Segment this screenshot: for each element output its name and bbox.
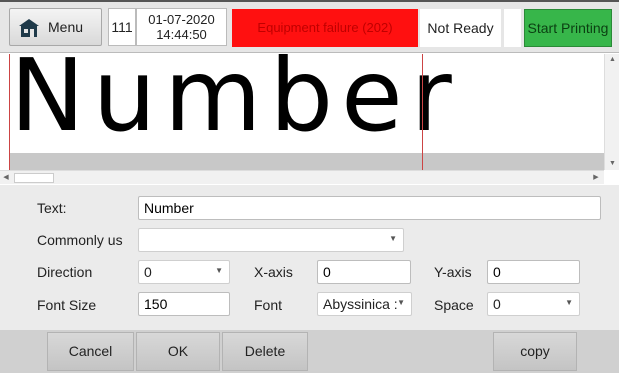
preview-horizontal-scrollbar[interactable]: ◀ ▶ [0,170,604,184]
scroll-up-icon[interactable]: ▲ [605,54,619,66]
direction-select[interactable]: 0 ▼ [138,260,230,284]
cancel-button[interactable]: Cancel [47,332,134,371]
y-axis-input[interactable] [487,260,580,284]
ok-button[interactable]: OK [136,332,220,371]
home-icon [19,19,39,37]
direction-label: Direction [37,264,93,280]
font-size-label: Font Size [37,297,97,313]
text-preview-canvas: Number [9,46,607,170]
font-select[interactable]: Abyssinica : ▼ [317,292,412,316]
font-label: Font [254,297,283,313]
chevron-down-icon: ▼ [215,266,223,275]
chevron-down-icon: ▼ [397,298,405,307]
font-size-input[interactable] [138,292,230,316]
space-select[interactable]: 0 ▼ [487,292,580,316]
direction-value: 0 [144,264,152,280]
commonly-used-select[interactable]: ▼ [138,228,404,252]
preview-text: Number [10,37,460,154]
scroll-right-icon[interactable]: ▶ [590,171,602,185]
x-axis-label: X-axis [254,264,293,280]
space-label: Space [434,297,474,313]
horizontal-scroll-thumb[interactable] [14,173,54,183]
delete-button[interactable]: Delete [222,332,308,371]
text-input[interactable] [138,196,601,220]
font-value: Abyssinica : [323,296,398,312]
chevron-down-icon: ▼ [565,298,573,307]
date-text: 01-07-2020 [148,12,215,27]
scroll-left-icon[interactable]: ◀ [0,171,12,185]
copy-button[interactable]: copy [493,332,577,371]
text-label: Text: [37,200,67,216]
commonly-used-label: Commonly us [37,232,123,248]
chevron-down-icon: ▼ [389,234,397,243]
y-axis-label: Y-axis [434,264,472,280]
scroll-down-icon[interactable]: ▼ [605,158,619,170]
space-value: 0 [493,296,501,312]
x-axis-input[interactable] [317,260,411,284]
preview-baseline-band [10,153,607,170]
menu-label: Menu [48,19,84,35]
preview-vertical-scrollbar[interactable]: ▲ ▼ [604,54,619,170]
start-printing-button[interactable]: Start Printing [524,9,612,47]
preview-end-marker [422,54,423,170]
status-spacer [504,9,521,47]
